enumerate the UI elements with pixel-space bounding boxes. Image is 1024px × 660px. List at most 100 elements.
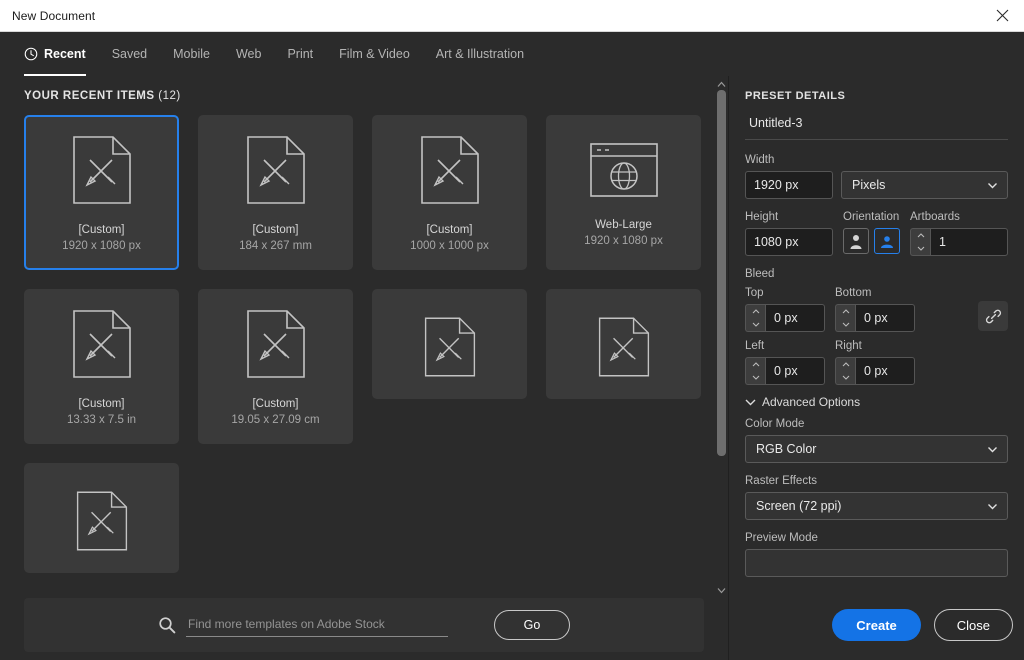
- scroll-down-arrow[interactable]: [715, 584, 728, 596]
- search-icon: [159, 617, 176, 634]
- template-card[interactable]: [Custom] 1000 x 1000 px: [372, 115, 527, 270]
- scrollbar-thumb[interactable]: [717, 90, 726, 456]
- bleed-right-increment-button[interactable]: [836, 358, 855, 371]
- bleed-left-stepper[interactable]: [745, 357, 825, 385]
- color-mode-dropdown[interactable]: RGB Color: [745, 435, 1008, 463]
- templates-scrollbar[interactable]: [715, 76, 728, 598]
- template-card[interactable]: [24, 463, 179, 573]
- bleed-right-input[interactable]: [855, 357, 915, 385]
- tab-print[interactable]: Print: [274, 32, 326, 76]
- template-card-title: Web-Large: [595, 218, 652, 231]
- tab-mobile[interactable]: Mobile: [160, 32, 223, 76]
- bleed-top-input[interactable]: [765, 304, 825, 332]
- browser-globe-icon: [588, 139, 660, 206]
- bleed-left-label: Left: [745, 340, 765, 352]
- artboards-stepper-buttons: [910, 228, 930, 256]
- template-card[interactable]: [372, 289, 527, 399]
- raster-effects-dropdown[interactable]: Screen (72 ppi): [745, 492, 1008, 520]
- bleed-bottom-increment-button[interactable]: [836, 305, 855, 318]
- template-card-title: [Custom]: [426, 223, 473, 236]
- document-icon: [423, 315, 477, 384]
- template-card-size: 1920 x 1080 px: [62, 239, 141, 252]
- orientation-landscape-button[interactable]: [874, 228, 900, 254]
- bleed-label: Bleed: [745, 268, 775, 280]
- tab-art-illustration-label: Art & Illustration: [435, 47, 525, 61]
- bleed-left-input[interactable]: [765, 357, 825, 385]
- template-card[interactable]: Web-Large 1920 x 1080 px: [546, 115, 701, 270]
- bleed-top-decrement-button[interactable]: [746, 318, 765, 331]
- stock-search-bar: Go: [24, 598, 704, 652]
- bleed-left-increment-button[interactable]: [746, 358, 765, 371]
- tab-art-and-illustration[interactable]: Art & Illustration: [423, 32, 537, 76]
- bleed-link-toggle[interactable]: [978, 301, 1008, 331]
- raster-effects-label: Raster Effects: [745, 475, 818, 487]
- bleed-left-group: Left: [745, 340, 825, 385]
- template-card[interactable]: [Custom] 13.33 x 7.5 in: [24, 289, 179, 444]
- template-card[interactable]: [Custom] 184 x 267 mm: [198, 115, 353, 270]
- width-label: Width: [745, 154, 775, 166]
- preview-mode-dropdown[interactable]: [745, 549, 1008, 577]
- template-card[interactable]: [Custom] 19.05 x 27.09 cm: [198, 289, 353, 444]
- stock-search-go-button[interactable]: Go: [494, 610, 570, 640]
- title-bar: New Document: [0, 0, 1024, 32]
- tab-saved-label: Saved: [111, 47, 148, 61]
- bleed-left-stepper-buttons: [745, 357, 765, 385]
- scrollbar-track[interactable]: [717, 90, 726, 584]
- bleed-bottom-stepper-buttons: [835, 304, 855, 332]
- scroll-up-arrow[interactable]: [715, 78, 728, 90]
- bleed-top-group: Top: [745, 287, 825, 332]
- bleed-bottom-label: Bottom: [835, 287, 872, 299]
- advanced-options-toggle[interactable]: Advanced Options: [745, 395, 1008, 409]
- recent-items-header: YOUR RECENT ITEMS (12): [24, 90, 715, 102]
- bleed-left-right-row: Left 0 px Right 0 px: [745, 340, 968, 385]
- bleed-left-decrement-button[interactable]: [746, 371, 765, 384]
- chevron-up-icon: [842, 362, 849, 367]
- create-button[interactable]: Create: [832, 609, 921, 641]
- bleed-right-stepper[interactable]: [835, 357, 915, 385]
- artboards-stepper[interactable]: [910, 228, 1008, 256]
- chevron-up-icon: [917, 233, 924, 238]
- orientation-group: Orientation: [843, 211, 900, 254]
- orientation-portrait-button[interactable]: [843, 228, 869, 254]
- artboards-increment-button[interactable]: [911, 229, 930, 242]
- document-icon: [71, 308, 133, 385]
- width-row: Pixels: [745, 171, 1008, 199]
- height-input[interactable]: [745, 228, 833, 256]
- template-card-size: 13.33 x 7.5 in: [66, 413, 137, 426]
- bleed-top-increment-button[interactable]: [746, 305, 765, 318]
- bleed-bottom-decrement-button[interactable]: [836, 318, 855, 331]
- template-card[interactable]: [546, 289, 701, 399]
- templates-pane: YOUR RECENT ITEMS (12) [Custom] 1920 x 1…: [0, 76, 728, 660]
- bleed-right-group: Right: [835, 340, 915, 385]
- bleed-top-label: Top: [745, 287, 764, 299]
- dialog-body: YOUR RECENT ITEMS (12) [Custom] 1920 x 1…: [0, 76, 1024, 660]
- tab-web[interactable]: Web: [223, 32, 274, 76]
- artboards-input[interactable]: [930, 228, 1008, 256]
- bleed-top-stepper[interactable]: [745, 304, 825, 332]
- window-close-button[interactable]: [980, 0, 1024, 31]
- tab-film-and-video[interactable]: Film & Video: [326, 32, 423, 76]
- document-icon: [245, 134, 307, 211]
- bleed-right-decrement-button[interactable]: [836, 371, 855, 384]
- close-button[interactable]: Close: [933, 609, 1013, 641]
- stock-search-input[interactable]: [186, 613, 448, 637]
- tab-recent[interactable]: Recent: [24, 32, 99, 76]
- chevron-up-icon: [752, 309, 759, 314]
- orientation-label: Orientation: [843, 211, 900, 223]
- bleed-bottom-stepper[interactable]: [835, 304, 915, 332]
- chevron-down-icon: [988, 503, 997, 509]
- tab-saved[interactable]: Saved: [99, 32, 160, 76]
- portrait-icon: [850, 235, 862, 249]
- template-card-size: 184 x 267 mm: [239, 239, 312, 252]
- bleed-bottom-input[interactable]: [855, 304, 915, 332]
- template-card-title: [Custom]: [252, 397, 299, 410]
- artboards-decrement-button[interactable]: [911, 242, 930, 255]
- height-group: Height: [745, 211, 833, 256]
- document-name-input[interactable]: [745, 113, 1008, 140]
- units-dropdown[interactable]: Pixels: [841, 171, 1008, 199]
- chevron-down-icon: [842, 375, 849, 380]
- bleed-bottom-group: Bottom: [835, 287, 915, 332]
- width-input[interactable]: [745, 171, 833, 199]
- template-card[interactable]: [Custom] 1920 x 1080 px: [24, 115, 179, 270]
- chevron-down-icon: [717, 587, 726, 593]
